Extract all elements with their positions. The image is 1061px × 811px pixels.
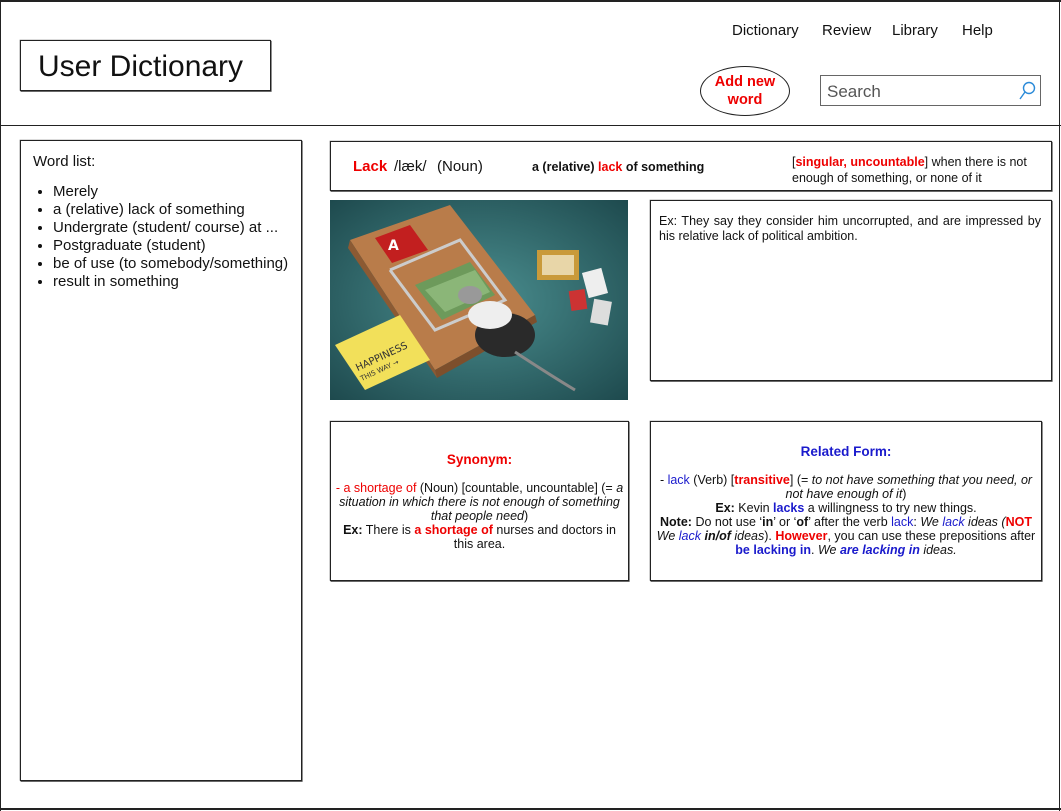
note-ex1-lack: lack [942,515,965,529]
related-title: Related Form: [800,444,892,459]
nav-library[interactable]: Library [892,22,938,39]
note-be-lacking-in: be lacking in [735,543,811,557]
note-6: , you can use these prepositions after [827,529,1036,543]
related-verb-eq: ] (= [789,473,812,487]
list-item[interactable]: result in something [53,273,288,291]
search-input[interactable] [825,80,1014,104]
search-box [820,75,1041,106]
note-ex2-lack: lack [678,529,702,543]
note-ex2-a: We [656,529,679,543]
note-ex1-b: ideas ( [964,515,1006,529]
grammar-label: singular, uncountable [795,155,925,169]
note-are-lacking-in: are lacking in [839,543,920,557]
right-border [1059,0,1060,811]
list-item[interactable]: a (relative) lack of something [53,201,288,219]
related-form-panel: Related Form: - lack (Verb) [transitive]… [650,421,1042,581]
related-ex-label: Ex: [715,501,735,515]
pronunciation: /læk/ [394,158,427,175]
part-of-speech: (Noun) [437,158,483,175]
related-body: - lack (Verb) [transitive] (= to not hav… [656,473,1036,557]
note-1: Do not use ‘ [691,515,763,529]
word-list-label: Word list: [33,153,96,170]
synonym-ex-pre: There is [362,523,415,537]
synonym-pos: (Noun) [countable, uncountable] (= [416,481,613,495]
note-7: . [811,543,818,557]
headword-panel: Lack /læk/ (Noun) a (relative) lack of s… [330,141,1052,191]
note-ideas-end: ideas. [919,543,957,557]
list-item[interactable]: Merely [53,183,288,201]
note-label: Note: [660,515,692,529]
synonym-title: Synonym: [446,452,513,467]
note-of: of [796,515,809,529]
related-ex-post: a willingness to try new things. [804,501,977,515]
word-list-panel: Word list: Merely a (relative) lack of s… [20,140,302,781]
note-ex2-b: ideas [730,529,765,543]
bottom-border [0,808,1061,810]
synonym-term: - a shortage of [335,481,417,495]
related-verb-gram: transitive [734,473,790,487]
add-new-word-label: Add new word [714,74,776,108]
add-new-word-button[interactable]: Add new word [700,66,790,116]
synonym-ex-label: Ex: [343,523,363,537]
illustration-image: A HAPPINESS THIS WAY → [330,200,628,400]
grammar-definition: [singular, uncountable] when there is no… [792,155,1027,185]
note-lack: lack [891,515,914,529]
related-verb-pos: (Verb) [ [689,473,735,487]
related-dash: - [659,473,668,487]
search-icon[interactable] [1018,81,1036,106]
list-item[interactable]: Postgraduate (student) [53,237,288,255]
phrase-word: lack [598,160,623,174]
list-item[interactable]: Undergrate (student/ course) at ... [53,219,288,237]
note-we: We [817,543,840,557]
title-box: User Dictionary [20,40,271,91]
word-list: Merely a (relative) lack of something Un… [33,183,288,291]
example-panel: Ex: They say they consider him uncorrupt… [650,200,1052,381]
left-border [0,0,1,811]
related-verb-def: to not have something that you need, or … [785,473,1033,501]
note-5: ). [764,529,776,543]
related-ex-pre: Kevin [734,501,774,515]
note-ex2-inof: in/of [701,529,731,543]
list-item[interactable]: be of use (to somebody/something) [53,255,288,273]
note-in: in [762,515,774,529]
headword: Lack [353,158,388,175]
svg-text:A: A [388,238,399,254]
note-2: ’ or ‘ [773,515,797,529]
nav-review[interactable]: Review [822,22,871,39]
example-sentence: Ex: They say they consider him uncorrupt… [659,214,1041,243]
note-ex1-a: We [920,515,943,529]
note-3: ’ after the verb [808,515,892,529]
page-title: User Dictionary [38,50,244,83]
nav-dictionary[interactable]: Dictionary [732,22,799,39]
phrase-post: of something [622,160,705,174]
related-ex-word: lacks [773,501,805,515]
phrase: a (relative) lack of something [532,160,704,174]
phrase-pre: a (relative) [532,160,599,174]
synonym-ex-highlight: a shortage of [414,523,493,537]
note-however: However [775,529,828,543]
synonym-body: - a shortage of (Noun) [countable, uncou… [335,481,624,551]
nav-help[interactable]: Help [962,22,993,39]
related-verb: lack [667,473,690,487]
note-not: NOT [1005,515,1032,529]
synonym-panel: Synonym: - a shortage of (Noun) [countab… [330,421,629,581]
